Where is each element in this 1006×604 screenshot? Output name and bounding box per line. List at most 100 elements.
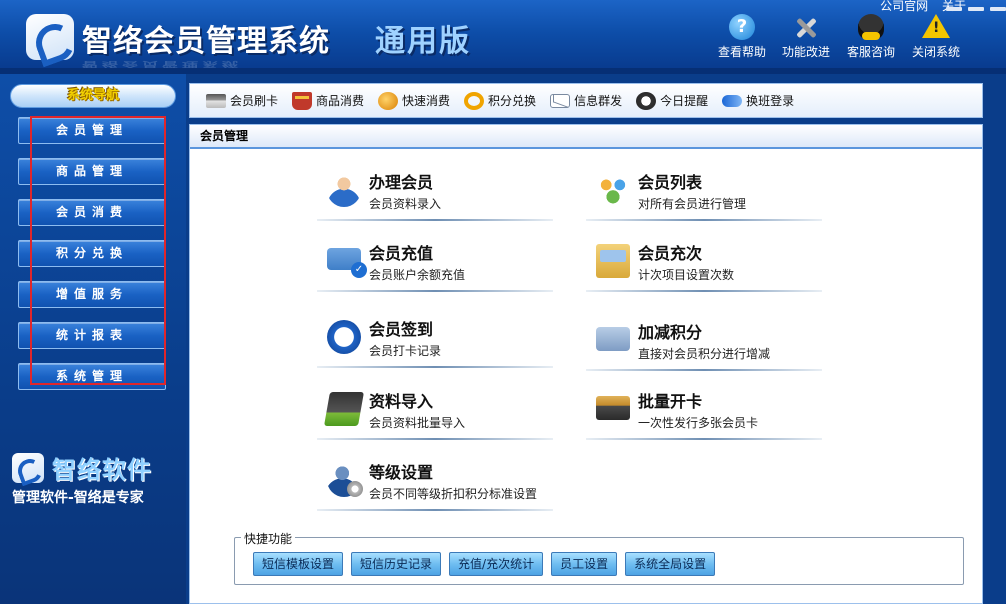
func-batch-card[interactable]: 批量开卡 一次性发行多张会员卡 (586, 384, 822, 440)
func-desc: 会员打卡记录 (369, 344, 442, 358)
brand-block: 智络软件 管理软件-智络是专家 (12, 450, 177, 507)
func-sign-in[interactable]: 会员签到 会员打卡记录 (317, 312, 553, 368)
func-desc: 直接对会员积分进行增减 (638, 347, 771, 361)
toolbar-message[interactable]: 信息群发 (550, 92, 622, 109)
nav-value-added[interactable]: 增值服务 (18, 281, 166, 308)
qq-icon (858, 14, 884, 40)
toolbar-card-swipe[interactable]: 会员刷卡 (206, 92, 278, 109)
message-icon (550, 93, 571, 108)
toolbar-fast-consume[interactable]: 快速消费 (378, 91, 451, 110)
func-adjust-points[interactable]: 加减积分 直接对会员积分进行增减 (586, 315, 822, 371)
tools-icon (793, 14, 819, 40)
nav-system-management[interactable]: 系统管理 (18, 363, 166, 390)
improve-button-label: 功能改进 (781, 45, 830, 59)
func-level-settings[interactable]: 等级设置 会员不同等级折扣积分标准设置 (317, 455, 553, 511)
help-icon: ? (729, 14, 755, 40)
company-site-link[interactable]: 公司官网 (880, 0, 928, 13)
func-member-list[interactable]: 会员列表 对所有会员进行管理 (586, 165, 822, 221)
nav-member-management[interactable]: 会员管理 (18, 117, 166, 144)
staff-settings-button[interactable]: 员工设置 (551, 552, 618, 576)
func-recharge[interactable]: 会员充值 会员账户余额充值 (317, 236, 553, 292)
app-edition: 通用版 (375, 24, 471, 59)
member-list-icon (596, 173, 630, 207)
main-area: 会员刷卡 商品消费 快速消费 积分兑换 信息群发 今日提醒 换班登录 会员管理 … (186, 74, 1006, 604)
func-recharge-times[interactable]: 会员充次 计次项目设置次数 (586, 236, 822, 292)
warning-icon (922, 14, 950, 38)
func-title: 会员列表 (638, 173, 703, 192)
quick-buttons: 短信模板设置 短信历史记录 充值/充次统计 员工设置 系统全局设置 (253, 552, 723, 576)
nav-reports[interactable]: 统计报表 (18, 322, 166, 349)
toolbar: 会员刷卡 商品消费 快速消费 积分兑换 信息群发 今日提醒 换班登录 (189, 83, 983, 118)
window-controls (940, 0, 1006, 14)
func-title: 办理会员 (369, 173, 434, 192)
batch-card-icon (596, 396, 630, 420)
quick-functions: 快捷功能 短信模板设置 短信历史记录 充值/充次统计 员工设置 系统全局设置 (234, 530, 964, 585)
fast-consume-icon (378, 91, 399, 110)
sign-in-icon (327, 320, 361, 354)
nav-member-consumption[interactable]: 会员消费 (18, 199, 166, 226)
toolbar-goods-consume[interactable]: 商品消费 (292, 91, 365, 110)
help-button-label: 查看帮助 (717, 45, 766, 59)
app-title: 智络会员管理系统 (82, 24, 330, 59)
nav-title: 系统导航 (10, 84, 176, 108)
sms-history-button[interactable]: 短信历史记录 (351, 552, 442, 576)
content-title: 会员管理 (190, 125, 982, 149)
sidebar: 系统导航 会员管理 商品管理 会员消费 积分兑换 增值服务 统计报表 系统管理 … (0, 74, 186, 604)
func-title: 会员充次 (638, 244, 703, 263)
close-system-label: 关闭系统 (911, 45, 960, 59)
app-header: 公司官网 关于 智络会员管理系统 通用版 智络会员管理系统 ? 查看帮助 功能改… (0, 0, 1006, 74)
adjust-points-icon (596, 327, 630, 351)
global-settings-button[interactable]: 系统全局设置 (625, 552, 716, 576)
quick-legend: 快捷功能 (241, 530, 296, 547)
recharge-icon (327, 248, 367, 278)
shift-login-icon (722, 94, 743, 107)
brand-name: 智络软件 (51, 456, 152, 484)
toolbar-label: 信息群发 (574, 94, 623, 108)
brand-logo-icon (12, 452, 44, 483)
support-button[interactable]: 客服咨询 (841, 14, 901, 60)
help-button[interactable]: ? 查看帮助 (712, 14, 772, 60)
func-desc: 会员资料录入 (369, 197, 442, 211)
recharge-times-icon (596, 244, 630, 278)
nav-points-exchange[interactable]: 积分兑换 (18, 240, 166, 267)
toolbar-label: 商品消费 (316, 94, 365, 108)
func-import[interactable]: 资料导入 会员资料批量导入 (317, 384, 553, 440)
func-desc: 计次项目设置次数 (638, 268, 735, 282)
func-title: 会员充值 (369, 244, 434, 263)
minimize-button[interactable] (946, 7, 962, 11)
brand-slogan: 管理软件-智络是专家 (12, 490, 144, 506)
toolbar-points-exchange[interactable]: 积分兑换 (464, 91, 537, 110)
add-member-icon (327, 173, 361, 207)
toolbar-today-reminder[interactable]: 今日提醒 (636, 91, 709, 110)
level-icon (327, 463, 363, 497)
func-desc: 一次性发行多张会员卡 (638, 416, 759, 430)
points-exchange-icon (464, 91, 485, 110)
func-title: 等级设置 (369, 463, 434, 482)
close-system-button[interactable]: 关闭系统 (906, 14, 966, 60)
toolbar-label: 快速消费 (402, 94, 451, 108)
func-title: 资料导入 (369, 392, 434, 411)
func-title: 会员签到 (369, 320, 434, 339)
toolbar-label: 今日提醒 (660, 94, 709, 108)
recharge-stats-button[interactable]: 充值/充次统计 (449, 552, 544, 576)
improve-button[interactable]: 功能改进 (776, 14, 836, 60)
sms-template-button[interactable]: 短信模板设置 (253, 552, 344, 576)
func-title: 批量开卡 (638, 392, 703, 411)
close-button[interactable] (990, 7, 1006, 11)
content-panel: 会员管理 办理会员 会员资料录入 会员列表 对所有会员进行管理 会员充值 会员账… (189, 124, 983, 604)
func-desc: 会员不同等级折扣积分标准设置 (369, 487, 538, 501)
func-desc: 会员资料批量导入 (369, 416, 466, 430)
nav-goods-management[interactable]: 商品管理 (18, 158, 166, 185)
card-reader-icon (206, 93, 226, 108)
clock-icon (636, 91, 657, 110)
toolbar-shift-login[interactable]: 换班登录 (722, 92, 794, 109)
goods-icon (292, 91, 313, 110)
maximize-button[interactable] (968, 7, 984, 11)
import-icon (324, 392, 364, 426)
func-title: 加减积分 (638, 323, 703, 342)
func-desc: 会员账户余额充值 (369, 268, 466, 282)
toolbar-label: 换班登录 (746, 94, 795, 108)
toolbar-label: 积分兑换 (488, 94, 537, 108)
title-reflection: 智络会员管理系统 (82, 60, 243, 69)
func-add-member[interactable]: 办理会员 会员资料录入 (317, 165, 553, 221)
